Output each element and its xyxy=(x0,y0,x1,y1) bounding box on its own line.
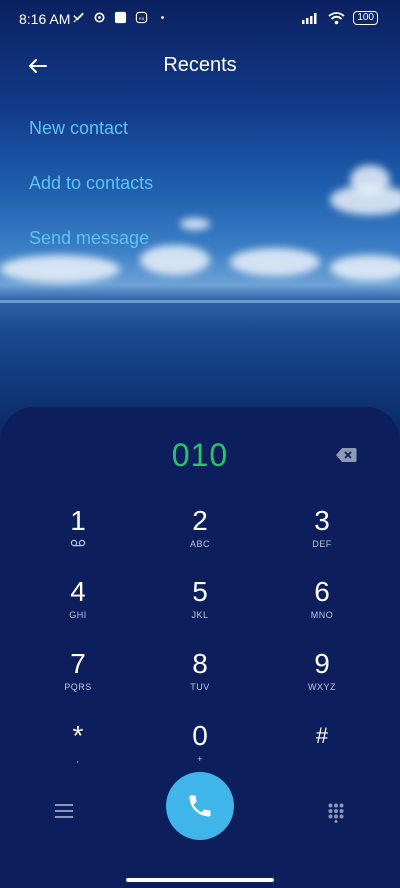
key-digit: 9 xyxy=(314,648,330,679)
new-contact-link[interactable]: New contact xyxy=(29,118,128,139)
key-digit: # xyxy=(315,723,329,748)
send-message-link[interactable]: Send message xyxy=(29,228,149,249)
page-title: Recents xyxy=(163,54,237,76)
keypad-icon[interactable] xyxy=(328,803,344,823)
key-star[interactable]: * , xyxy=(33,720,123,780)
key-1[interactable]: 1 xyxy=(33,505,123,565)
signal-icon xyxy=(302,13,317,24)
key-digit: 7 xyxy=(70,648,86,679)
cloud xyxy=(330,255,400,281)
status-notification-icons: mi xyxy=(72,11,169,24)
wifi-icon xyxy=(328,11,345,24)
home-indicator[interactable] xyxy=(126,878,274,882)
key-letters: , xyxy=(76,754,80,764)
key-digit: * xyxy=(72,720,84,751)
battery-indicator: 100 xyxy=(353,11,378,25)
voicemail-icon xyxy=(33,539,123,551)
key-digit: 8 xyxy=(192,648,208,679)
key-digit: 4 xyxy=(70,576,86,607)
key-letters: JKL xyxy=(191,610,209,620)
cloud xyxy=(350,165,390,195)
hamburger-icon[interactable] xyxy=(55,804,73,818)
key-letters: ABC xyxy=(189,539,210,549)
call-button[interactable] xyxy=(166,772,234,840)
dialer-panel: 010 1 2 ABC 3 DEF 4 GHI 5 JKL 6 MNO 7 PQ… xyxy=(0,407,400,888)
key-letters: GHI xyxy=(69,610,87,620)
square-app-icon xyxy=(114,11,127,24)
add-to-contacts-link[interactable]: Add to contacts xyxy=(29,173,153,194)
app-header: Recents xyxy=(0,44,400,88)
cloud xyxy=(230,248,320,276)
key-digit: 0 xyxy=(192,720,208,751)
key-3[interactable]: 3 DEF xyxy=(277,505,367,565)
horizon xyxy=(0,300,400,303)
key-2[interactable]: 2 ABC xyxy=(155,505,245,565)
cloud xyxy=(180,218,210,230)
missed-call-icon xyxy=(73,12,84,23)
key-5[interactable]: 5 JKL xyxy=(155,576,245,636)
key-4[interactable]: 4 GHI xyxy=(33,576,123,636)
key-letters: TUV xyxy=(190,682,210,692)
key-hash[interactable]: # xyxy=(277,720,367,780)
status-system-icons: 100 xyxy=(302,11,378,25)
key-7[interactable]: 7 PQRS xyxy=(33,648,123,708)
cloud xyxy=(0,255,120,283)
key-0[interactable]: 0 + xyxy=(155,720,245,780)
key-letters: PQRS xyxy=(64,682,92,692)
backspace-icon[interactable] xyxy=(335,447,357,463)
key-digit: 5 xyxy=(192,576,208,607)
key-9[interactable]: 9 WXYZ xyxy=(277,648,367,708)
cloud xyxy=(140,245,210,275)
key-letters: DEF xyxy=(312,539,332,549)
mi-app-icon: mi xyxy=(135,11,148,24)
key-6[interactable]: 6 MNO xyxy=(277,576,367,636)
key-letters xyxy=(277,754,367,766)
status-bar: 8:16 AM mi 100 xyxy=(0,0,400,38)
key-digit: 3 xyxy=(314,505,330,536)
status-time: 8:16 AM xyxy=(19,11,71,27)
key-letters: WXYZ xyxy=(308,682,336,692)
svg-text:mi: mi xyxy=(139,16,144,21)
key-digit: 6 xyxy=(314,576,330,607)
dot-icon xyxy=(161,16,164,19)
key-letters: MNO xyxy=(310,610,334,620)
key-digit: 2 xyxy=(192,505,208,536)
key-letters: + xyxy=(197,754,203,764)
phone-icon xyxy=(189,795,211,817)
key-8[interactable]: 8 TUV xyxy=(155,648,245,708)
settings-gear-icon xyxy=(94,12,105,23)
key-digit: 1 xyxy=(70,505,86,536)
